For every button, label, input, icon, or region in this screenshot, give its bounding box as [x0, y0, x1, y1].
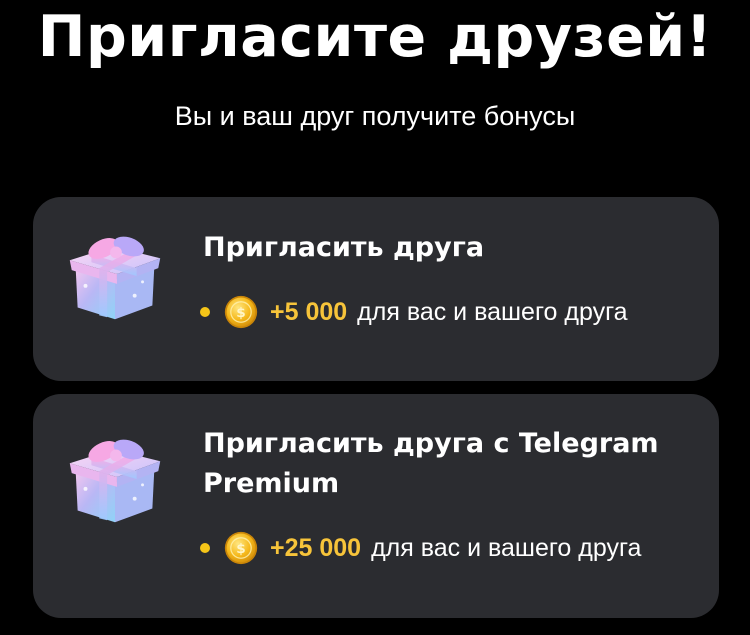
invite-friend-reward: +5 000 для вас и вашего друга: [200, 292, 628, 332]
invite-premium-friend-title: Пригласить друга с Telegram Premium: [203, 428, 659, 499]
reward-text: для вас и вашего друга: [357, 297, 628, 326]
invite-premium-friend-card[interactable]: Пригласить друга с Telegram Premium +25 …: [33, 394, 719, 618]
coin-icon: [224, 531, 258, 565]
reward-text: для вас и вашего друга: [371, 533, 642, 562]
gift-box-icon: [56, 217, 174, 335]
invite-premium-friend-reward: +25 000 для вас и вашего друга: [200, 528, 641, 568]
invite-friend-title: Пригласить друга: [203, 232, 485, 263]
bullet-dot: [200, 543, 210, 553]
invite-friend-card[interactable]: Пригласить друга +5 000 для вас и вашего…: [33, 197, 719, 381]
page-subtitle: Вы и ваш друг получите бонусы: [174, 101, 576, 131]
gift-box-icon: [56, 420, 174, 538]
coin-icon: [224, 295, 258, 329]
reward-amount: +25 000: [270, 533, 362, 562]
page-title: Пригласите друзей!: [37, 4, 713, 70]
bullet-dot: [200, 307, 210, 317]
reward-amount: +5 000: [270, 297, 348, 326]
